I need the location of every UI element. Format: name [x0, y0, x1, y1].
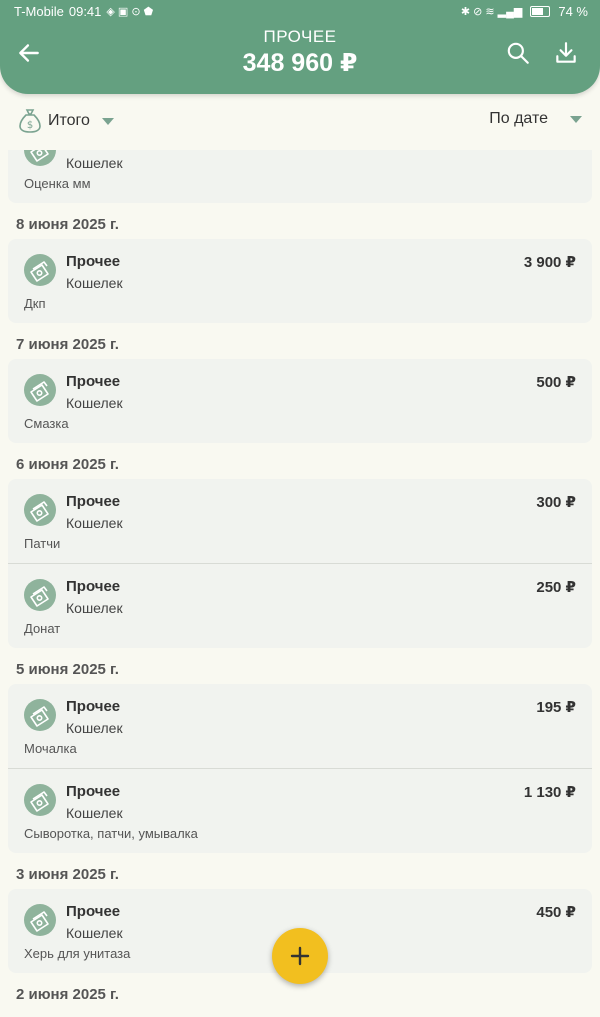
cash-icon: [24, 699, 56, 731]
notification-icons: ◈ ▣ ⊙ ⬟: [106, 5, 154, 18]
group-label: Итого: [48, 112, 90, 129]
money-bag-icon: $: [19, 109, 41, 133]
date-header: 5 июня 2025 г.: [16, 661, 119, 678]
transaction-card: Прочее Кошелек Дкп 3 900 ₽: [8, 239, 592, 323]
transaction-note: Донат: [24, 621, 61, 636]
transaction-row[interactable]: Прочее Кошелек Патчи 300 ₽: [8, 479, 592, 563]
transaction-note: Дкп: [24, 296, 46, 311]
transaction-account: Кошелек: [66, 155, 123, 171]
transaction-category: Прочее: [66, 578, 121, 595]
system-icons: ✱ ⊘ ≋ ▂▄▆: [460, 5, 523, 18]
filter-bar: $ Итого По дате: [0, 94, 600, 150]
transaction-row[interactable]: Прочее Кошелек Мочалка 195 ₽: [8, 684, 592, 768]
date-header: 8 июня 2025 г.: [16, 216, 119, 233]
cash-icon: [24, 579, 56, 611]
transaction-card: Прочее Кошелек Смазка 500 ₽: [8, 359, 592, 443]
transaction-category: Прочее: [66, 698, 121, 715]
transaction-account: Кошелек: [66, 720, 123, 736]
transaction-category: Прочее: [66, 493, 121, 510]
carrier: T-Mobile: [14, 4, 64, 19]
transaction-category: Прочее: [66, 903, 121, 920]
transaction-card: Прочее Кошелек Патчи 300 ₽ Прочее Кошелек Дона…: [8, 479, 592, 648]
transaction-amount: 1 130 ₽: [523, 784, 576, 801]
transaction-amount: 500 ₽: [536, 374, 576, 391]
transaction-row[interactable]: Прочее Кошелек Дкп 3 900 ₽: [8, 239, 592, 323]
battery-level: 74 %: [558, 4, 588, 19]
date-header: 7 июня 2025 г.: [16, 336, 119, 353]
transaction-row[interactable]: Прочее Кошелек Донат 250 ₽: [8, 563, 592, 648]
clock: 09:41: [68, 4, 102, 19]
transaction-note: Патчи: [24, 536, 61, 551]
transaction-amount: 250 ₽: [536, 579, 576, 596]
transaction-category: Прочее: [66, 783, 121, 800]
add-transaction-button[interactable]: [272, 928, 328, 984]
transaction-category: Прочее: [66, 253, 121, 270]
svg-text:$: $: [27, 120, 33, 131]
chevron-down-icon: [570, 115, 582, 123]
transaction-account: Кошелек: [66, 925, 123, 941]
transaction-note: Смазка: [24, 416, 69, 431]
transaction-account: Кошелек: [66, 275, 123, 291]
transaction-note: Херь для унитаза: [24, 946, 131, 961]
transaction-row[interactable]: Прочее Кошелек Смазка 500 ₽: [8, 359, 592, 443]
status-bar: T-Mobile 09:41 ◈ ▣ ⊙ ⬟ ✱ ⊘ ≋ ▂▄▆ 74 %: [0, 0, 600, 24]
date-header: 3 июня 2025 г.: [16, 866, 119, 883]
group-selector[interactable]: $ Итого: [18, 108, 114, 134]
plus-icon: [290, 946, 310, 966]
sort-label: По дате: [489, 110, 548, 127]
transaction-amount: 300 ₽: [536, 494, 576, 511]
search-icon[interactable]: [505, 40, 531, 66]
download-icon[interactable]: [553, 40, 579, 66]
chevron-down-icon: [101, 117, 114, 125]
transaction-amount: 3 900 ₽: [523, 254, 576, 271]
transaction-account: Кошелек: [66, 395, 123, 411]
transaction-category: Прочее: [66, 373, 121, 390]
transaction-note: Оценка мм: [24, 176, 91, 191]
transaction-account: Кошелек: [66, 600, 123, 616]
cash-icon: [24, 904, 56, 936]
transaction-note: Сыворотка, патчи, умывалка: [24, 826, 198, 841]
cash-icon: [24, 254, 56, 286]
date-header: 6 июня 2025 г.: [16, 456, 119, 473]
transaction-note: Мочалка: [24, 741, 77, 756]
sort-selector[interactable]: По дате: [489, 110, 582, 128]
cash-icon: [24, 784, 56, 816]
transaction-amount: 450 ₽: [536, 904, 576, 921]
app-header: T-Mobile 09:41 ◈ ▣ ⊙ ⬟ ✱ ⊘ ≋ ▂▄▆ 74 % ПР…: [0, 0, 600, 94]
transaction-amount: 195 ₽: [536, 699, 576, 716]
transaction-card: Прочее Кошелек Мочалка 195 ₽ Прочее Кошелек Сы…: [8, 684, 592, 853]
transaction-list: Кошелек Оценка мм 8 июня 2025 г. Прочее Ко…: [0, 119, 600, 1009]
cash-icon: [24, 494, 56, 526]
transaction-row[interactable]: Прочее Кошелек Сыворотка, патчи, умывалка 1…: [8, 768, 592, 853]
cash-icon: [24, 374, 56, 406]
transaction-account: Кошелек: [66, 515, 123, 531]
battery-icon: [530, 6, 551, 17]
transaction-account: Кошелек: [66, 805, 123, 821]
